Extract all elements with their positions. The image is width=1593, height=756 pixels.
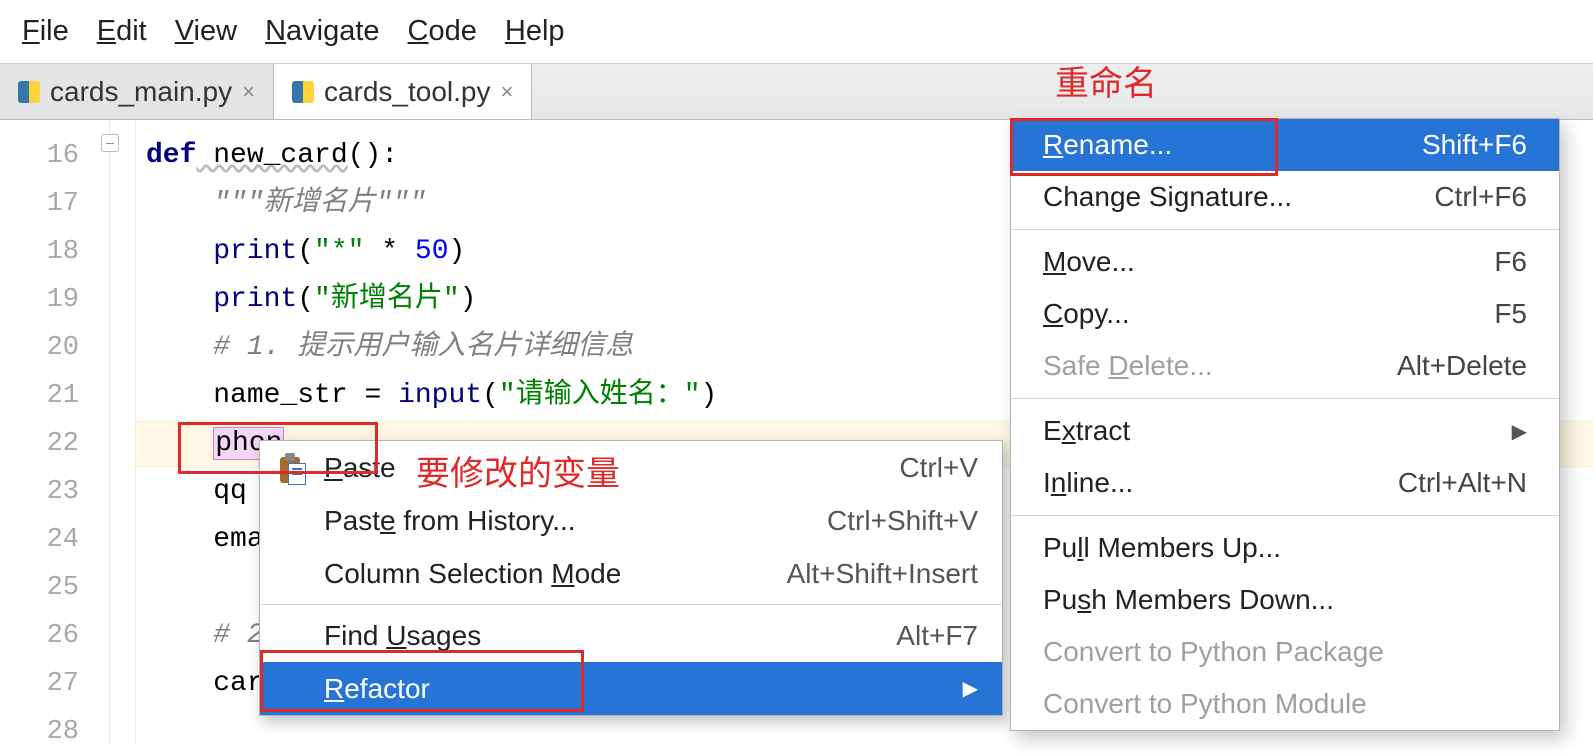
submenu-move[interactable]: Move... F6 [1011, 236, 1559, 288]
tab-label: cards_main.py [50, 76, 232, 108]
menu-label: Paste [324, 452, 396, 484]
menu-help[interactable]: Help [505, 15, 565, 48]
close-icon[interactable]: × [501, 79, 514, 105]
shortcut: Alt+F7 [896, 620, 978, 652]
menu-label: Inline... [1043, 467, 1133, 499]
submenu-inline[interactable]: Inline... Ctrl+Alt+N [1011, 457, 1559, 509]
menu-label: Pull Members Up... [1043, 532, 1281, 564]
context-menu-paste-history[interactable]: Paste from History... Ctrl+Shift+V [260, 494, 1002, 547]
menu-edit[interactable]: Edit [97, 15, 147, 48]
fold-toggle-icon[interactable]: – [101, 134, 119, 152]
refactor-submenu: Rename... Shift+F6 Change Signature... C… [1010, 118, 1560, 731]
menu-label: Convert to Python Package [1043, 636, 1384, 668]
menu-label: Extract [1043, 415, 1130, 447]
chevron-right-icon: ▶ [1512, 419, 1527, 444]
menu-label: Convert to Python Module [1043, 688, 1367, 720]
close-icon[interactable]: × [242, 79, 255, 105]
tab-label: cards_tool.py [324, 76, 491, 108]
line-number: 20 [0, 324, 79, 372]
line-number: 24 [0, 516, 79, 564]
submenu-push-members-down[interactable]: Push Members Down... [1011, 574, 1559, 626]
submenu-copy[interactable]: Copy... F5 [1011, 288, 1559, 340]
menu-separator [260, 604, 1002, 605]
line-number: 23 [0, 468, 79, 516]
menu-label: Move... [1043, 246, 1135, 278]
menu-label: Find Usages [324, 620, 481, 652]
shortcut: Ctrl+Alt+N [1398, 467, 1527, 499]
menu-separator [1011, 398, 1559, 399]
menu-code[interactable]: Code [408, 15, 477, 48]
chevron-right-icon: ▶ [963, 676, 978, 701]
line-number: 16 [0, 132, 79, 180]
line-number: 28 [0, 708, 79, 756]
context-menu-find-usages[interactable]: Find Usages Alt+F7 [260, 609, 1002, 662]
line-number: 22 [0, 420, 79, 468]
shortcut: Alt+Delete [1397, 350, 1527, 382]
menu-label: Paste from History... [324, 505, 576, 537]
menu-label: Push Members Down... [1043, 584, 1334, 616]
submenu-pull-members-up[interactable]: Pull Members Up... [1011, 522, 1559, 574]
context-menu-paste[interactable]: Paste Ctrl+V [260, 441, 1002, 494]
submenu-safe-delete: Safe Delete... Alt+Delete [1011, 340, 1559, 392]
menu-separator [1011, 515, 1559, 516]
menu-bar: File Edit View Navigate Code Help [0, 0, 1593, 64]
line-number: 21 [0, 372, 79, 420]
menu-navigate[interactable]: Navigate [265, 15, 379, 48]
line-number: 26 [0, 612, 79, 660]
shortcut: Ctrl+F6 [1434, 181, 1527, 213]
context-menu-refactor[interactable]: Refactor ▶ [260, 662, 1002, 715]
menu-label: Refactor [324, 673, 430, 705]
menu-separator [1011, 229, 1559, 230]
line-number: 19 [0, 276, 79, 324]
editor-tab-bar: cards_main.py × cards_tool.py × [0, 64, 1593, 120]
menu-label: Column Selection Mode [324, 558, 621, 590]
submenu-extract[interactable]: Extract ▶ [1011, 405, 1559, 457]
menu-label: Rename... [1043, 129, 1172, 161]
menu-label: Change Signature... [1043, 181, 1292, 213]
context-menu-column-selection[interactable]: Column Selection Mode Alt+Shift+Insert [260, 547, 1002, 600]
python-file-icon [292, 81, 314, 103]
line-number: 17 [0, 180, 79, 228]
tab-cards-tool[interactable]: cards_tool.py × [274, 64, 532, 119]
shortcut: F5 [1494, 298, 1527, 330]
menu-file[interactable]: File [22, 15, 69, 48]
line-gutter: 16 17 18 19 20 21 22 23 24 25 26 27 28 [0, 120, 110, 745]
fold-column: – [110, 120, 136, 745]
menu-view[interactable]: View [175, 15, 237, 48]
shortcut: F6 [1494, 246, 1527, 278]
submenu-convert-module: Convert to Python Module [1011, 678, 1559, 730]
shortcut: Alt+Shift+Insert [787, 558, 978, 590]
context-menu: Paste Ctrl+V Paste from History... Ctrl+… [259, 440, 1003, 716]
menu-label: Copy... [1043, 298, 1130, 330]
shortcut: Ctrl+Shift+V [827, 505, 978, 537]
shortcut: Ctrl+V [899, 452, 978, 484]
menu-label: Safe Delete... [1043, 350, 1213, 382]
submenu-convert-package: Convert to Python Package [1011, 626, 1559, 678]
submenu-rename[interactable]: Rename... Shift+F6 [1011, 119, 1559, 171]
line-number: 18 [0, 228, 79, 276]
python-file-icon [18, 81, 40, 103]
line-number: 27 [0, 660, 79, 708]
line-number: 25 [0, 564, 79, 612]
submenu-change-signature[interactable]: Change Signature... Ctrl+F6 [1011, 171, 1559, 223]
shortcut: Shift+F6 [1422, 129, 1527, 161]
tab-cards-main[interactable]: cards_main.py × [0, 64, 274, 119]
paste-icon [280, 453, 306, 483]
